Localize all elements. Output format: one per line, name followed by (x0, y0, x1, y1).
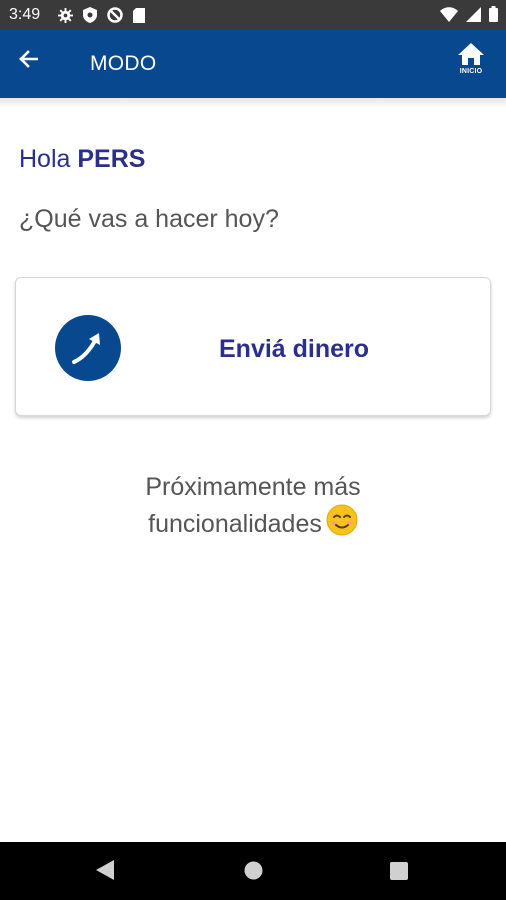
home-button[interactable]: INICIO (456, 42, 486, 86)
send-money-card[interactable]: Enviá dinero (15, 277, 491, 416)
home-circle-icon[interactable] (244, 861, 263, 885)
no-disturb-icon (107, 7, 123, 28)
system-nav-bar (0, 842, 506, 900)
back-button[interactable] (18, 50, 52, 80)
send-arrow-icon (55, 315, 121, 381)
coming-soon-line1: Próximamente más (145, 473, 361, 501)
greeting-prefix: Hola (19, 145, 71, 173)
app-bar-shadow (0, 98, 506, 108)
settings-icon (58, 7, 73, 28)
arrow-left-icon (18, 50, 39, 72)
greeting: Hola PERS (19, 145, 145, 174)
page-title: MODO (90, 52, 157, 75)
signal-icon (466, 6, 481, 27)
status-icons-right (440, 6, 498, 27)
home-label: INICIO (459, 68, 483, 75)
sim-card-icon (133, 7, 145, 28)
coming-soon-line2-wrap: funcionalidades (0, 504, 506, 545)
question-heading: ¿Qué vas a hacer hoy? (19, 205, 279, 233)
shield-icon (83, 7, 97, 28)
smiling-face-icon (326, 504, 358, 545)
send-money-label: Enviá dinero (219, 335, 370, 363)
app-bar: MODO INICIO (0, 30, 506, 98)
status-bar: 3:49 (0, 0, 506, 30)
battery-icon (489, 6, 498, 27)
coming-soon-message: Próximamente más funcionalidades (0, 470, 506, 545)
greeting-name: PERS (77, 145, 146, 173)
back-triangle-icon[interactable] (96, 860, 114, 885)
status-time: 3:49 (9, 6, 41, 23)
recents-square-icon[interactable] (390, 862, 408, 885)
coming-soon-line2: funcionalidades (148, 510, 322, 538)
status-icons-left (58, 7, 145, 28)
wifi-icon (440, 6, 458, 27)
